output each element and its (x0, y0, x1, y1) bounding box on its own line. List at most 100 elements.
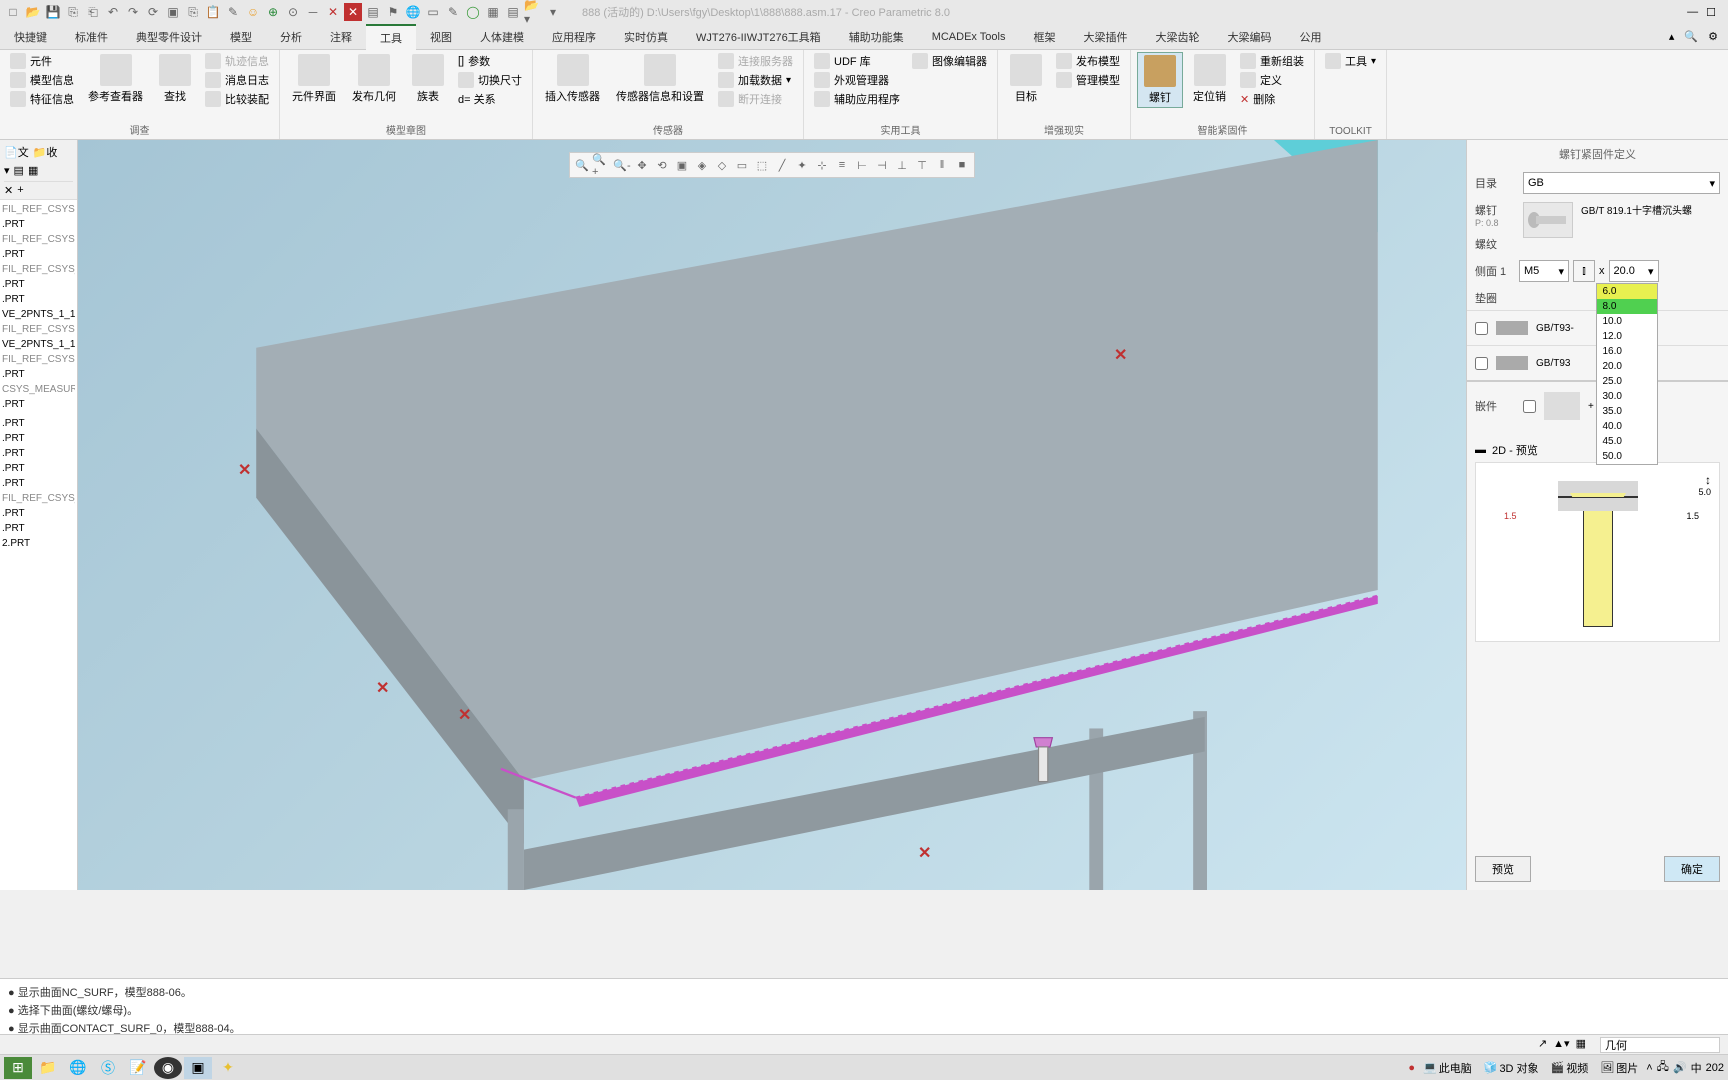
tree-item[interactable]: .PRT (2, 416, 75, 431)
tree-item[interactable]: VE_2PNTS_1_1 (2, 337, 75, 352)
thread-icon[interactable]: ⫾ (1573, 260, 1595, 282)
wps-icon[interactable]: 📝 (124, 1057, 152, 1079)
tray-vol-icon[interactable]: 🔊 (1673, 1061, 1687, 1074)
qat-doc-icon[interactable]: ▤ (364, 3, 382, 21)
catalog-select[interactable]: GB▾ (1523, 172, 1720, 194)
btn-sensorinfo[interactable]: 传感器信息和设置 (610, 52, 710, 106)
qat-grid-icon[interactable]: ▦ (484, 3, 502, 21)
qat-open-icon[interactable]: 📂 (24, 3, 42, 21)
tab-tools[interactable]: 工具 (366, 24, 416, 50)
qat-undo-icon[interactable]: ↶ (104, 3, 122, 21)
tab-aux[interactable]: 辅助功能集 (835, 25, 918, 49)
btn-connect[interactable]: 连接服务器 (714, 52, 797, 70)
qat-globe-icon[interactable]: 🌐 (404, 3, 422, 21)
washer1-slot[interactable] (1496, 321, 1528, 335)
tree-item[interactable]: CSYS_MEASUR (2, 382, 75, 397)
tab-standard[interactable]: 标准件 (61, 25, 122, 49)
qat-layers-icon[interactable]: ▤ (504, 3, 522, 21)
qat-minus-icon[interactable]: － (304, 3, 322, 21)
tree-item[interactable]: FIL_REF_CSYS (2, 202, 75, 217)
length-option[interactable]: 35.0 (1597, 404, 1657, 419)
btn-find[interactable]: 查找 (153, 52, 197, 106)
btn-pubgeom[interactable]: 发布几何 (346, 52, 402, 106)
tab-typical[interactable]: 典型零件设计 (122, 25, 216, 49)
qat-note-icon[interactable]: ✎ (224, 3, 242, 21)
length-select[interactable]: 20.0▾ 6.08.010.012.016.020.025.030.035.0… (1609, 260, 1659, 282)
tree-icon1[interactable]: ▾ (4, 164, 10, 177)
tab-public[interactable]: 公用 (1285, 25, 1335, 49)
search-tab-icon[interactable]: 🔍 (1684, 30, 1698, 43)
tree-close-icon[interactable]: ✕ (4, 184, 13, 197)
btn-appearance[interactable]: 外观管理器 (810, 71, 904, 89)
length-option[interactable]: 10.0 (1597, 314, 1657, 329)
btn-relations[interactable]: d= 关系 (454, 90, 526, 108)
btn-pin[interactable]: 定位销 (1187, 52, 1232, 106)
tray-3d[interactable]: 🧊3D 对象 (1480, 1060, 1543, 1076)
btn-modelinfo[interactable]: 模型信息 (6, 71, 78, 89)
sf-icon3[interactable]: ▦ (1576, 1037, 1586, 1053)
btn-imgedit[interactable]: 图像编辑器 (908, 52, 991, 70)
tree-item[interactable]: FIL_REF_CSYS_ (2, 491, 75, 506)
tree-item[interactable]: .PRT (2, 521, 75, 536)
tab-wjt276[interactable]: WJT276-IIWJT276工具箱 (682, 25, 835, 49)
tab-realtime[interactable]: 实时仿真 (610, 25, 682, 49)
qat-open2-icon[interactable]: 📂▾ (524, 3, 542, 21)
btn-toggledim[interactable]: 切换尺寸 (454, 71, 526, 89)
thread-size-select[interactable]: M5▾ (1519, 260, 1569, 282)
tray-net-icon[interactable]: 🖧 (1657, 1058, 1669, 1077)
qat-pencil-icon[interactable]: ✎ (444, 3, 462, 21)
qat-paste-icon[interactable]: 📋 (204, 3, 222, 21)
btn-udf[interactable]: UDF 库 (810, 52, 904, 70)
length-option[interactable]: 25.0 (1597, 374, 1657, 389)
preview-button[interactable]: 预览 (1475, 856, 1531, 882)
tray-img[interactable]: 🖼图片 (1596, 1060, 1642, 1076)
chrome-icon[interactable]: 🌐 (64, 1057, 92, 1079)
tray-clock[interactable]: 202 (1706, 1062, 1724, 1074)
btn-params[interactable]: []参数 (454, 52, 526, 70)
tab-shortcut[interactable]: 快捷键 (0, 25, 61, 49)
tab-model[interactable]: 模型 (216, 25, 266, 49)
washer2-checkbox[interactable] (1475, 357, 1488, 370)
btn-pubmodel[interactable]: 发布模型 (1052, 52, 1124, 70)
tree-item[interactable]: .PRT (2, 247, 75, 262)
btn-mgmodel[interactable]: 管理模型 (1052, 71, 1124, 89)
btn-reassemble[interactable]: 重新组装 (1236, 52, 1308, 70)
nut-thumbnail[interactable] (1544, 392, 1580, 420)
btn-disconnect[interactable]: 断开连接 (714, 90, 797, 108)
btn-compintf[interactable]: 元件界面 (286, 52, 342, 106)
tray-video[interactable]: 🎬视频 (1547, 1060, 1593, 1076)
minimize-icon[interactable]: — (1687, 6, 1698, 19)
tray-up-icon[interactable]: ˄ (1646, 1062, 1652, 1074)
length-option[interactable]: 20.0 (1597, 359, 1657, 374)
screw-thumbnail[interactable] (1523, 202, 1573, 238)
tree-item[interactable]: FIL_REF_CSYS (2, 352, 75, 367)
qat-target-icon[interactable]: ⊙ (284, 3, 302, 21)
tab-human[interactable]: 人体建模 (466, 25, 538, 49)
tree-item[interactable]: .PRT (2, 367, 75, 382)
creo-icon[interactable]: ▣ (184, 1057, 212, 1079)
tab-frame[interactable]: 框架 (1019, 25, 1069, 49)
btn-auxapp[interactable]: 辅助应用程序 (810, 90, 904, 108)
qat-x-icon[interactable]: ✕ (324, 3, 342, 21)
gear-tab-icon[interactable]: ⚙ (1708, 30, 1718, 43)
tree-item[interactable]: .PRT (2, 292, 75, 307)
collapse-icon[interactable]: ▴ (1669, 30, 1675, 43)
qat-saveas-icon[interactable]: ⎘ (64, 3, 82, 21)
tree-item[interactable]: .PRT (2, 431, 75, 446)
tree-item[interactable]: FIL_REF_CSYS_ (2, 262, 75, 277)
tree-tab-fav[interactable]: 📁收 (33, 144, 58, 160)
filter-input[interactable] (1600, 1037, 1720, 1053)
sf-icon2[interactable]: ▲▾ (1553, 1037, 1569, 1053)
length-option[interactable]: 30.0 (1597, 389, 1657, 404)
qat-saveall-icon[interactable]: ⎗ (84, 3, 102, 21)
qat-xred-icon[interactable]: ✕ (344, 3, 362, 21)
qat-redo-icon[interactable]: ↷ (124, 3, 142, 21)
tab-view[interactable]: 视图 (416, 25, 466, 49)
qat-copy-icon[interactable]: ⎘ (184, 3, 202, 21)
btn-define[interactable]: 定义 (1236, 71, 1308, 89)
qat-regen-icon[interactable]: ⟳ (144, 3, 162, 21)
qat-rect-icon[interactable]: ▭ (424, 3, 442, 21)
tree-icon2[interactable]: ▤ (14, 164, 24, 177)
app-icon[interactable]: ✦ (214, 1057, 242, 1079)
tab-beam3[interactable]: 大梁编码 (1213, 25, 1285, 49)
